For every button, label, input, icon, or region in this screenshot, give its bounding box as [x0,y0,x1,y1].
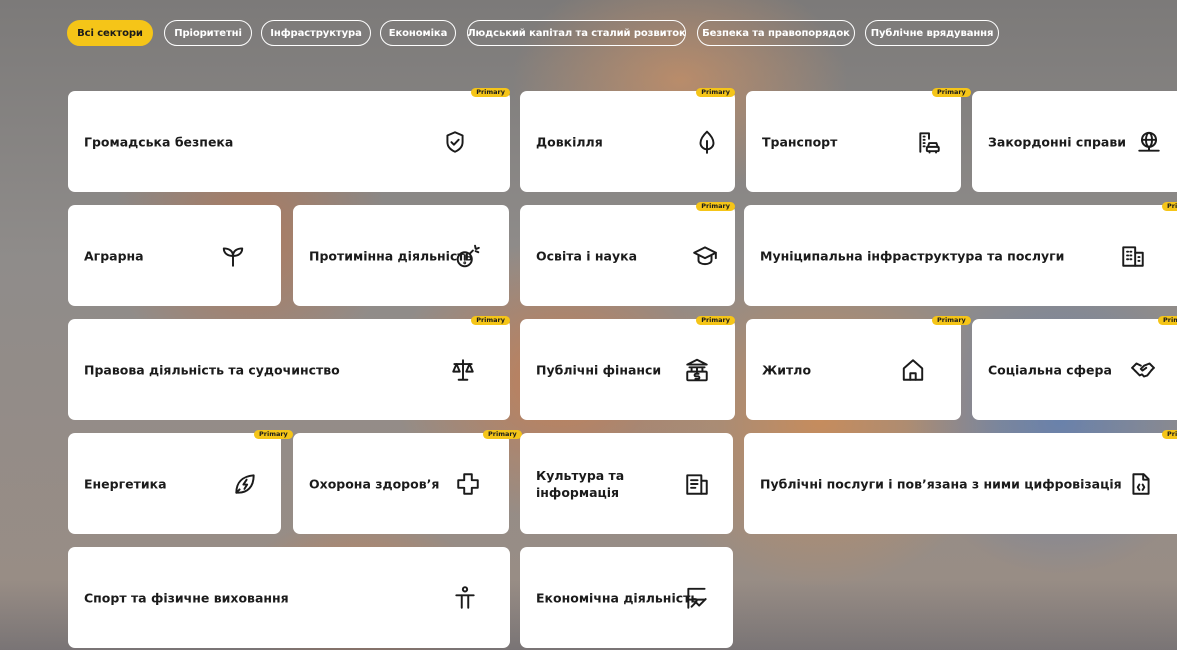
energy-leaf-icon [232,471,258,497]
scales-icon [450,357,476,383]
sector-card-municipal-infrastructure[interactable]: Primary Муніципальна інфраструктура та п… [744,202,1177,306]
sector-card-economic-activity[interactable]: Економічна діяльність [520,547,733,648]
primary-badge: Primary [696,202,735,211]
filter-priority[interactable]: Пріоритетні [164,20,252,46]
filter-economy[interactable]: Економіка [380,20,456,46]
filter-infrastructure[interactable]: Інфраструктура [261,20,371,46]
building-icon [1120,243,1146,269]
city-car-icon [916,129,942,155]
sector-card-environment[interactable]: Primary Довкілля [520,88,735,192]
primary-badge: Primary [932,316,971,325]
sector-card-sport[interactable]: Спорт та фізичне виховання [68,547,510,648]
primary-badge: Primary [696,316,735,325]
sector-label: Транспорт [762,134,838,149]
sector-label: Житло [762,362,812,377]
graduation-cap-icon [692,243,718,269]
sector-label: Громадська безпека [84,134,234,149]
sector-card-agrarian[interactable]: Аграрна [68,205,281,306]
bank-money-icon [684,357,710,383]
house-icon [900,357,926,383]
sector-label: Публічні фінанси [536,362,662,377]
sector-label: Довкілля [536,134,603,149]
newspaper-icon [684,471,710,497]
filter-all-sectors[interactable]: Всі сектори [67,20,153,46]
primary-badge: Primary [483,430,522,439]
filter-human-capital[interactable]: Людський капітал та сталий розвиток [467,20,686,46]
sector-card-housing[interactable]: Primary Житло [746,316,971,420]
leaf-icon [694,129,720,155]
primary-badge: Primary [471,316,510,325]
sector-label: Муніципальна інфраструктура та послуги [760,248,1065,263]
primary-badge: Primary [1158,316,1177,325]
sector-card-public-safety[interactable]: Primary Громадська безпека [68,88,510,192]
primary-badge: Primary [254,430,293,439]
mine-icon [455,243,481,269]
sector-label: Економічна діяльність [536,590,699,605]
handshake-icon [1130,357,1156,383]
sector-card-healthcare[interactable]: Primary Охорона здоров’я [293,430,522,534]
sector-label: Енергетика [84,476,167,491]
sector-card-transport[interactable]: Primary Транспорт [746,88,971,192]
sector-label: Освіта і наука [536,248,638,263]
filter-public-governance[interactable]: Публічне врядування [865,20,999,46]
sector-card-education-science[interactable]: Primary Освіта і наука [520,202,735,306]
sector-label: Культура та інформація [536,467,625,500]
sector-label: Правова діяльність та судочинство [84,362,340,377]
primary-badge: Primary [932,88,971,97]
sector-label: Спорт та фізичне виховання [84,590,289,605]
filter-security[interactable]: Безпека та правопорядок [697,20,855,46]
sector-card-energy[interactable]: Primary Енергетика [68,430,293,534]
medical-cross-icon [455,471,481,497]
sprout-icon [220,243,246,269]
shield-check-icon [442,129,468,155]
sector-label: Закордонні справи [988,134,1127,149]
sector-card-legal-judiciary[interactable]: Primary Правова діяльність та судочинств… [68,316,510,420]
chart-icon [684,585,710,611]
sector-card-public-finance[interactable]: Primary Публічні фінанси [520,316,735,420]
digital-document-icon [1128,471,1154,497]
primary-badge: Primary [471,88,510,97]
sector-label: Публічні послуги і пов’язана з ними цифр… [760,476,1122,491]
sector-card-foreign-affairs[interactable]: Закордонні справи [972,91,1177,192]
sector-label: Аграрна [84,248,144,263]
sector-label: Охорона здоров’я [309,476,440,491]
primary-badge: Primary [1162,430,1177,439]
sector-card-culture-information[interactable]: Культура та інформація [520,433,733,534]
sector-label: Протимінна діяльність [309,248,473,263]
sector-card-social-sphere[interactable]: Primary Соціальна сфера [972,316,1177,420]
globe-stand-icon [1136,129,1162,155]
sector-card-demining[interactable]: Протимінна діяльність [293,205,509,306]
sector-card-public-services-digitalization[interactable]: Primary Публічні послуги і пов’язана з н… [744,430,1177,534]
athlete-icon [452,585,478,611]
primary-badge: Primary [696,88,735,97]
primary-badge: Primary [1162,202,1177,211]
sector-label: Соціальна сфера [988,362,1112,377]
